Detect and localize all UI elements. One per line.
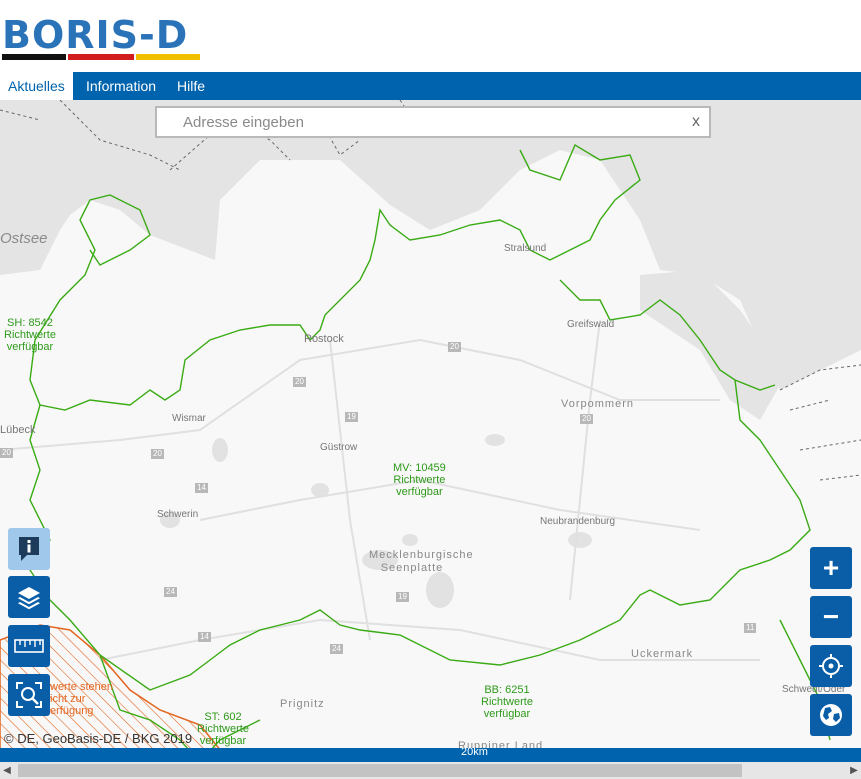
zoom-search-icon	[16, 682, 42, 708]
nav-item-hilfe[interactable]: Hilfe	[169, 72, 213, 100]
richtwerte-count: ST: 602	[204, 711, 242, 723]
no-data-note: werte stehen icht zur erfügung	[50, 681, 113, 717]
nav-item-information[interactable]: Information	[78, 72, 164, 100]
richtwerte-st[interactable]: ST: 602 Richtwerte verfügbar	[197, 711, 249, 747]
road-number: 11	[744, 623, 757, 633]
road-number: 20	[0, 448, 13, 458]
road-number: 20	[293, 377, 306, 387]
road-number: 20	[448, 342, 461, 352]
map-attribution: © DE, GeoBasis-DE / BKG 2019	[4, 731, 193, 746]
road-number: 24	[330, 644, 343, 654]
region-vorpommern: Vorpommern	[561, 398, 634, 410]
app-header: BORIS-D	[0, 0, 861, 72]
info-button[interactable]	[8, 528, 50, 570]
zoom-in-button[interactable]: +	[810, 547, 852, 589]
zoom-out-button[interactable]: −	[810, 596, 852, 638]
scrollbar-thumb[interactable]	[18, 764, 742, 777]
scroll-right-icon[interactable]: ▶	[847, 762, 861, 779]
horizontal-scrollbar[interactable]: ◀ ▶	[0, 762, 861, 779]
map-canvas[interactable]: Ostsee Stralsund Greifswald Rostock Güst…	[0, 100, 861, 762]
place-schwerin: Schwerin	[157, 509, 199, 520]
locate-button[interactable]	[810, 645, 852, 687]
address-search: x	[155, 106, 711, 138]
richtwerte-count: MV: 10459	[393, 462, 446, 474]
no-data-line: icht zur	[50, 693, 86, 705]
search-map-button[interactable]	[8, 674, 50, 716]
road-number: 20	[151, 449, 164, 459]
place-prignitz: Prignitz	[280, 698, 325, 710]
map-base	[0, 100, 861, 762]
layers-icon	[18, 587, 40, 610]
richtwerte-bb[interactable]: BB: 6251 Richtwerte verfügbar	[481, 684, 533, 720]
richtwerte-sh[interactable]: SH: 8542 Richtwerte verfügbar	[4, 317, 56, 353]
search-clear-button[interactable]: x	[687, 112, 705, 132]
nav-item-aktuelles[interactable]: Aktuelles	[0, 72, 73, 100]
place-greifswald: Greifswald	[567, 319, 615, 330]
road-number: 24	[164, 587, 177, 597]
measure-button[interactable]	[8, 625, 50, 667]
crosshair-icon	[819, 654, 843, 678]
layers-button[interactable]	[8, 576, 50, 618]
address-search-input[interactable]	[157, 108, 693, 136]
ruler-icon	[14, 639, 44, 653]
no-data-line: werte stehen	[50, 681, 113, 693]
sea-label: Ostsee	[0, 230, 48, 247]
place-stralsund: Stralsund	[504, 243, 547, 254]
richtwerte-line: Richtwerte	[481, 696, 533, 708]
road-number: 14	[198, 632, 211, 642]
place-guestrow: Güstrow	[320, 442, 358, 453]
road-number: 20	[580, 414, 593, 424]
logo-text: BORIS-D	[2, 13, 189, 57]
richtwerte-line: verfügbar	[6, 341, 54, 353]
logo-bar-gold	[136, 54, 200, 60]
main-nav: Aktuelles Information Hilfe	[0, 72, 861, 100]
richtwerte-count: BB: 6251	[484, 684, 530, 696]
richtwerte-line: Richtwerte	[197, 723, 249, 735]
globe-icon	[820, 704, 842, 726]
richtwerte-line: verfügbar	[199, 735, 247, 747]
status-bar: 20km	[0, 748, 861, 762]
richtwerte-line: verfügbar	[483, 708, 531, 720]
place-wismar: Wismar	[172, 413, 206, 424]
info-icon	[19, 537, 39, 561]
globe-button[interactable]	[810, 694, 852, 736]
richtwerte-mv[interactable]: MV: 10459 Richtwerte verfügbar	[393, 462, 446, 498]
place-rostock: Rostock	[304, 333, 344, 345]
richtwerte-line: Richtwerte	[393, 474, 446, 486]
no-data-line: erfügung	[50, 705, 94, 717]
scale-label: 20km	[461, 748, 488, 758]
place-neubrandenburg: Neubrandenburg	[540, 516, 616, 527]
region-seenplatte: Mecklenburgische Seenplatte	[369, 549, 474, 574]
logo-bar-black	[2, 54, 66, 60]
region-uckermark: Uckermark	[631, 648, 694, 660]
richtwerte-line: Richtwerte	[4, 329, 56, 341]
scroll-left-icon[interactable]: ◀	[0, 762, 14, 779]
road-number: 19	[345, 412, 358, 422]
road-number: 14	[195, 483, 208, 493]
boris-logo[interactable]: BORIS-D	[2, 12, 202, 62]
logo-bar-red	[68, 54, 134, 60]
place-luebeck: Lübeck	[0, 424, 36, 436]
richtwerte-line: verfügbar	[396, 486, 443, 498]
road-number: 19	[396, 592, 409, 602]
richtwerte-count: SH: 8542	[7, 317, 53, 329]
